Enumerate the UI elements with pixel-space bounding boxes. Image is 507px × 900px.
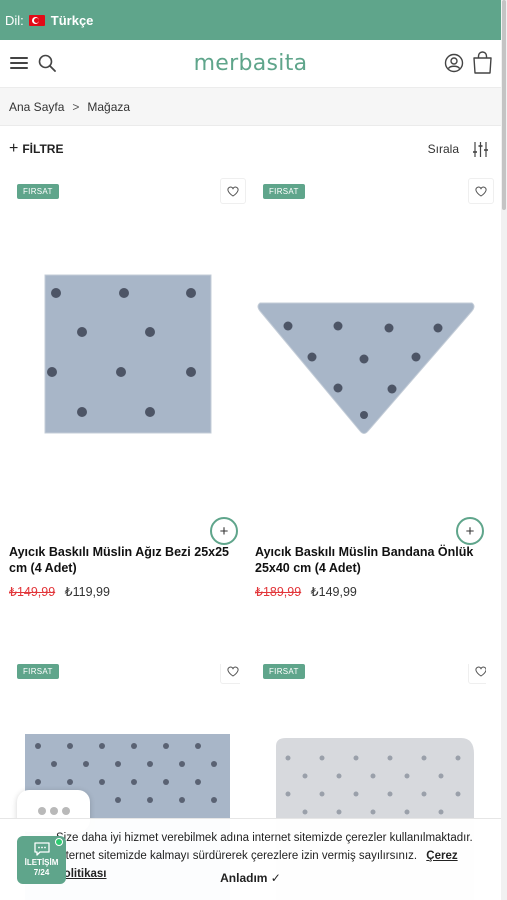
product-title[interactable]: Ayıcık Baskılı Müslin Ağız Bezi 25x25 cm… — [9, 544, 241, 576]
sort-button[interactable]: Sırala — [428, 141, 489, 158]
sale-price: ₺119,99 — [64, 585, 110, 599]
contact-label: İLETİŞİM — [24, 858, 59, 867]
plus-icon: + — [9, 140, 19, 157]
plus-circle-icon: + — [465, 522, 475, 540]
language-bar[interactable]: Dil: Türkçe — [0, 0, 501, 40]
product-card[interactable]: FIRSAT + Ayıcık Baskılı Müslin Ağız Bezi… — [0, 178, 246, 604]
product-prices: ₺149,99 ₺119,99 — [9, 584, 110, 599]
product-card[interactable]: FIRSAT + Ayıcık Baskılı Müslin Bandana Ö… — [246, 178, 494, 604]
online-status-dot — [55, 838, 63, 846]
site-logo[interactable]: merbasita — [0, 51, 501, 76]
site-header: merbasita — [0, 40, 501, 88]
product-image[interactable] — [0, 207, 240, 517]
turkey-flag-icon — [28, 14, 45, 26]
heart-icon — [475, 186, 487, 197]
breadcrumb-home-link[interactable]: Ana Sayfa — [9, 100, 64, 114]
deal-badge: FIRSAT — [17, 184, 59, 199]
product-prices: ₺189,99 ₺149,99 — [255, 584, 357, 599]
user-account-icon[interactable] — [444, 53, 464, 73]
sale-price: ₺149,99 — [310, 585, 357, 599]
deal-badge: FIRSAT — [263, 184, 305, 199]
product-title[interactable]: Ayıcık Baskılı Müslin Bandana Önlük 25x4… — [255, 544, 487, 576]
typing-dot — [37, 807, 46, 815]
sort-label: Sırala — [427, 142, 459, 156]
plus-circle-icon: + — [219, 522, 229, 540]
favorite-button[interactable] — [468, 178, 494, 204]
add-to-cart-button[interactable]: + — [210, 517, 238, 545]
page-scrollbar[interactable] — [501, 0, 507, 900]
language-label: Dil: — [5, 12, 24, 28]
breadcrumb-current: Mağaza — [87, 99, 131, 114]
old-price: ₺189,99 — [255, 585, 302, 599]
filter-button[interactable]: + FİLTRE — [9, 140, 63, 158]
chat-icon — [33, 842, 50, 856]
cookie-banner: Size daha iyi hizmet verebilmek adına in… — [0, 818, 501, 900]
language-selector[interactable]: Türkçe — [51, 13, 94, 28]
add-to-cart-button[interactable]: + — [456, 517, 484, 545]
old-price: ₺149,99 — [9, 585, 56, 599]
typing-dot — [61, 807, 70, 815]
sort-sliders-icon — [473, 141, 488, 157]
cookie-accept-button[interactable]: Anladım ✓ — [0, 871, 501, 885]
cookie-message: Size daha iyi hizmet verebilmek adına in… — [56, 832, 473, 862]
listing-toolbar: + FİLTRE Sırala — [0, 126, 501, 172]
breadcrumb: Ana Sayfa > Mağaza — [0, 88, 501, 126]
favorite-button[interactable] — [220, 178, 246, 204]
heart-icon — [227, 186, 239, 197]
contact-widget-button[interactable]: İLETİŞİM 7/24 — [17, 836, 66, 884]
typing-dot — [49, 807, 58, 815]
shopping-bag-icon[interactable] — [472, 51, 493, 74]
filter-label: FİLTRE — [22, 142, 64, 156]
scrollbar-thumb[interactable] — [502, 0, 506, 210]
product-image[interactable] — [246, 207, 486, 517]
breadcrumb-separator-icon: > — [72, 99, 80, 114]
contact-hours: 7/24 — [33, 868, 50, 877]
